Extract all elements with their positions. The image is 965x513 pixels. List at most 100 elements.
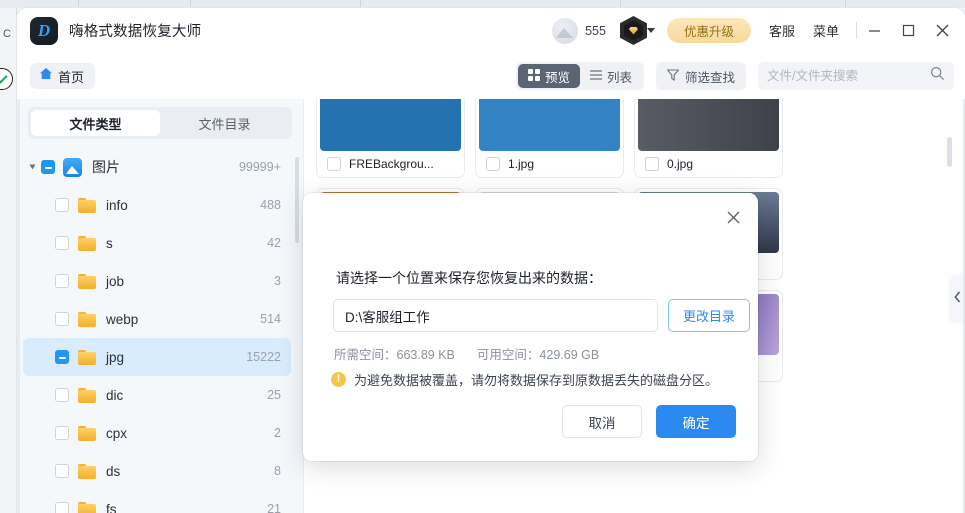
confirm-button[interactable]: 确定 xyxy=(656,405,736,438)
sidebar-tab-file-directory[interactable]: 文件目录 xyxy=(160,110,289,136)
checkbox-webp[interactable] xyxy=(55,312,69,326)
funnel-icon xyxy=(666,68,680,84)
change-directory-button[interactable]: 更改目录 xyxy=(668,299,751,332)
sidebar-scrollbar[interactable] xyxy=(295,157,299,243)
view-list-button[interactable]: 列表 xyxy=(580,64,642,88)
checkbox-file[interactable] xyxy=(645,157,659,171)
chevron-down-icon xyxy=(646,28,655,33)
search-icon[interactable] xyxy=(930,66,945,86)
checkbox-file[interactable] xyxy=(327,157,341,171)
tree-count-webp: 514 xyxy=(260,312,281,326)
file-type-tree: 图片 99999+ info 488 s 42 job 3 webp 514 j… xyxy=(17,148,303,513)
titlebar-right-group: 555 优惠升级 客服 菜单 xyxy=(552,8,965,53)
desktop-seam xyxy=(78,0,79,8)
toolbar-right-group: 预览 列表 筛选查找 xyxy=(515,53,965,99)
desktop-seam xyxy=(190,0,191,8)
dialog-warning: ! 为避免数据被覆盖，请勿将数据保存到原数据丢失的磁盘分区。 xyxy=(331,370,718,389)
tree-label-info: info xyxy=(106,197,128,213)
tree-count-fs: 21 xyxy=(267,502,281,513)
menu-link[interactable]: 菜单 xyxy=(813,21,839,40)
app-title: 嗨格式数据恢复大师 xyxy=(69,24,202,40)
cancel-button[interactable]: 取消 xyxy=(562,405,642,438)
tree-count-job: 3 xyxy=(274,274,281,288)
desktop-top-strip xyxy=(0,0,965,8)
membership-badge-button[interactable] xyxy=(619,16,655,45)
checkbox-jpg[interactable] xyxy=(55,350,69,364)
tree-count-s: 42 xyxy=(267,236,281,250)
folder-icon xyxy=(78,273,96,289)
save-path-input[interactable] xyxy=(333,299,658,332)
folder-icon xyxy=(78,235,96,251)
tree-row-webp[interactable]: webp 514 xyxy=(23,300,291,338)
file-name: FREBackgrou... xyxy=(349,157,434,171)
folder-icon xyxy=(78,311,96,327)
support-link[interactable]: 客服 xyxy=(769,21,795,40)
checkbox-images[interactable] xyxy=(41,160,55,174)
file-grid-scrollbar[interactable] xyxy=(947,137,952,167)
close-button[interactable] xyxy=(925,8,959,53)
maximize-button[interactable] xyxy=(891,8,925,53)
expand-twisty-icon[interactable] xyxy=(23,164,41,170)
tree-row-cpx[interactable]: cpx 2 xyxy=(23,414,291,452)
tree-row-ds[interactable]: ds 8 xyxy=(23,452,291,490)
search-box[interactable] xyxy=(758,62,954,90)
desktop-seam xyxy=(845,0,846,8)
save-location-dialog: 请选择一个位置来保存您恢复出来的数据： 更改目录 所需空间：663.89 KB … xyxy=(303,193,758,461)
tree-label-webp: webp xyxy=(106,311,139,327)
minimize-button[interactable] xyxy=(857,8,891,53)
tree-row-images[interactable]: 图片 99999+ xyxy=(23,148,291,186)
tree-row-job[interactable]: job 3 xyxy=(23,262,291,300)
list-icon xyxy=(589,69,602,84)
sidebar-tab-file-type[interactable]: 文件类型 xyxy=(31,110,160,136)
home-icon xyxy=(39,67,53,85)
file-thumbnail xyxy=(638,99,779,151)
checkbox-fs[interactable] xyxy=(55,502,69,513)
dialog-actions: 取消 确定 xyxy=(562,405,736,438)
upgrade-button[interactable]: 优惠升级 xyxy=(666,18,751,43)
checkbox-dic[interactable] xyxy=(55,388,69,402)
view-preview-label: 预览 xyxy=(544,70,570,85)
toolbar: 首页 预览 列表 筛选查找 文件/文件夹搜索 xyxy=(17,53,965,99)
home-button[interactable]: 首页 xyxy=(30,63,96,89)
chevron-left-icon xyxy=(954,290,961,308)
checkbox-ds[interactable] xyxy=(55,464,69,478)
checkbox-s[interactable] xyxy=(55,236,69,250)
file-card[interactable]: 1.jpg xyxy=(475,99,624,178)
tree-label-jpg: jpg xyxy=(106,349,125,365)
tree-row-jpg[interactable]: jpg 15222 xyxy=(23,338,291,376)
dialog-path-row: 更改目录 xyxy=(333,299,751,332)
available-space: 可用空间：429.69 GB xyxy=(477,344,599,363)
tree-count-cpx: 2 xyxy=(274,426,281,440)
sidebar-tabs: 文件类型 文件目录 xyxy=(28,107,292,139)
view-list-label: 列表 xyxy=(606,70,632,85)
tree-label-s: s xyxy=(106,235,113,251)
dialog-close-button[interactable] xyxy=(720,204,746,230)
file-card[interactable]: 0.jpg xyxy=(634,99,783,178)
file-card-footer: 0.jpg xyxy=(635,151,782,177)
checkbox-file[interactable] xyxy=(486,157,500,171)
filter-button[interactable]: 筛选查找 xyxy=(655,62,746,90)
dialog-prompt: 请选择一个位置来保存您恢复出来的数据： xyxy=(336,270,602,286)
view-mode-segmented: 预览 列表 xyxy=(515,62,644,90)
avatar[interactable] xyxy=(552,17,579,44)
tree-row-fs[interactable]: fs 21 xyxy=(23,490,291,513)
view-preview-button[interactable]: 预览 xyxy=(517,64,580,88)
checkbox-cpx[interactable] xyxy=(55,426,69,440)
folder-icon xyxy=(78,463,96,479)
image-category-icon xyxy=(63,157,82,177)
checkbox-info[interactable] xyxy=(55,198,69,212)
diamond-icon xyxy=(628,26,638,35)
tree-count-dic: 25 xyxy=(267,388,281,402)
tree-row-dic[interactable]: dic 25 xyxy=(23,376,291,414)
search-input[interactable] xyxy=(767,69,930,83)
tree-row-info[interactable]: info 488 xyxy=(23,186,291,224)
app-logo-icon: D xyxy=(30,16,58,45)
tree-label-dic: dic xyxy=(106,387,124,403)
file-name: 0.jpg xyxy=(667,157,694,171)
file-thumbnail xyxy=(479,99,620,151)
tree-row-s[interactable]: s 42 xyxy=(23,224,291,262)
checkbox-job[interactable] xyxy=(55,274,69,288)
file-card[interactable]: FREBackgrou... xyxy=(316,99,465,178)
folder-icon xyxy=(78,387,96,403)
tree-label-images: 图片 xyxy=(92,159,120,175)
